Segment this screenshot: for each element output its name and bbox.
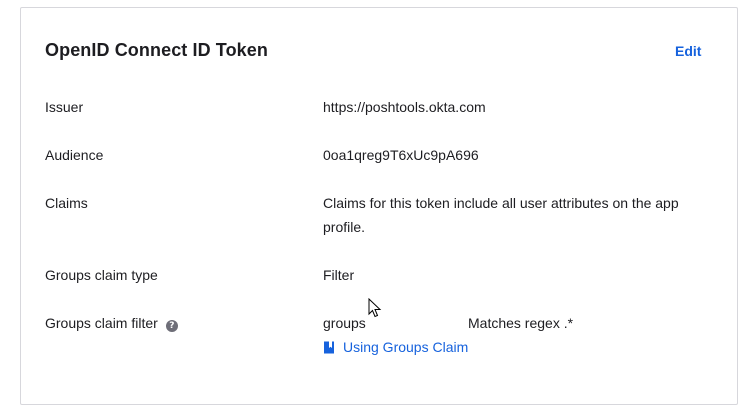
groups-claim-type-value: Filter bbox=[323, 267, 355, 283]
groups-claim-filter-value: groups bbox=[323, 315, 366, 331]
book-icon bbox=[324, 341, 334, 353]
issuer-value: https://poshtools.okta.com bbox=[323, 99, 486, 115]
id-token-card: OpenID Connect ID Token Edit Issuer http… bbox=[20, 7, 738, 405]
audience-label: Audience bbox=[45, 147, 104, 163]
claims-value: Claims for this token include all user a… bbox=[323, 195, 679, 235]
issuer-label: Issuer bbox=[45, 99, 84, 115]
claims-label: Claims bbox=[45, 195, 88, 211]
groups-claim-filter-row-label: Groups claim filter? bbox=[45, 311, 178, 335]
groups-claim-type-label: Groups claim type bbox=[45, 267, 158, 283]
info-icon[interactable]: ? bbox=[165, 320, 178, 332]
groups-claim-filter-label: Groups claim filter bbox=[45, 315, 158, 331]
card-title: OpenID Connect ID Token bbox=[45, 40, 268, 60]
mouse-cursor-icon bbox=[368, 298, 382, 318]
using-groups-claim-link[interactable]: Using Groups Claim bbox=[323, 335, 468, 359]
using-groups-claim-label: Using Groups Claim bbox=[343, 339, 469, 355]
edit-button[interactable]: Edit bbox=[675, 43, 701, 59]
groups-claim-filter-rule: Matches regex .* bbox=[468, 315, 574, 331]
audience-value: 0oa1qreg9T6xUc9pA696 bbox=[323, 147, 479, 163]
